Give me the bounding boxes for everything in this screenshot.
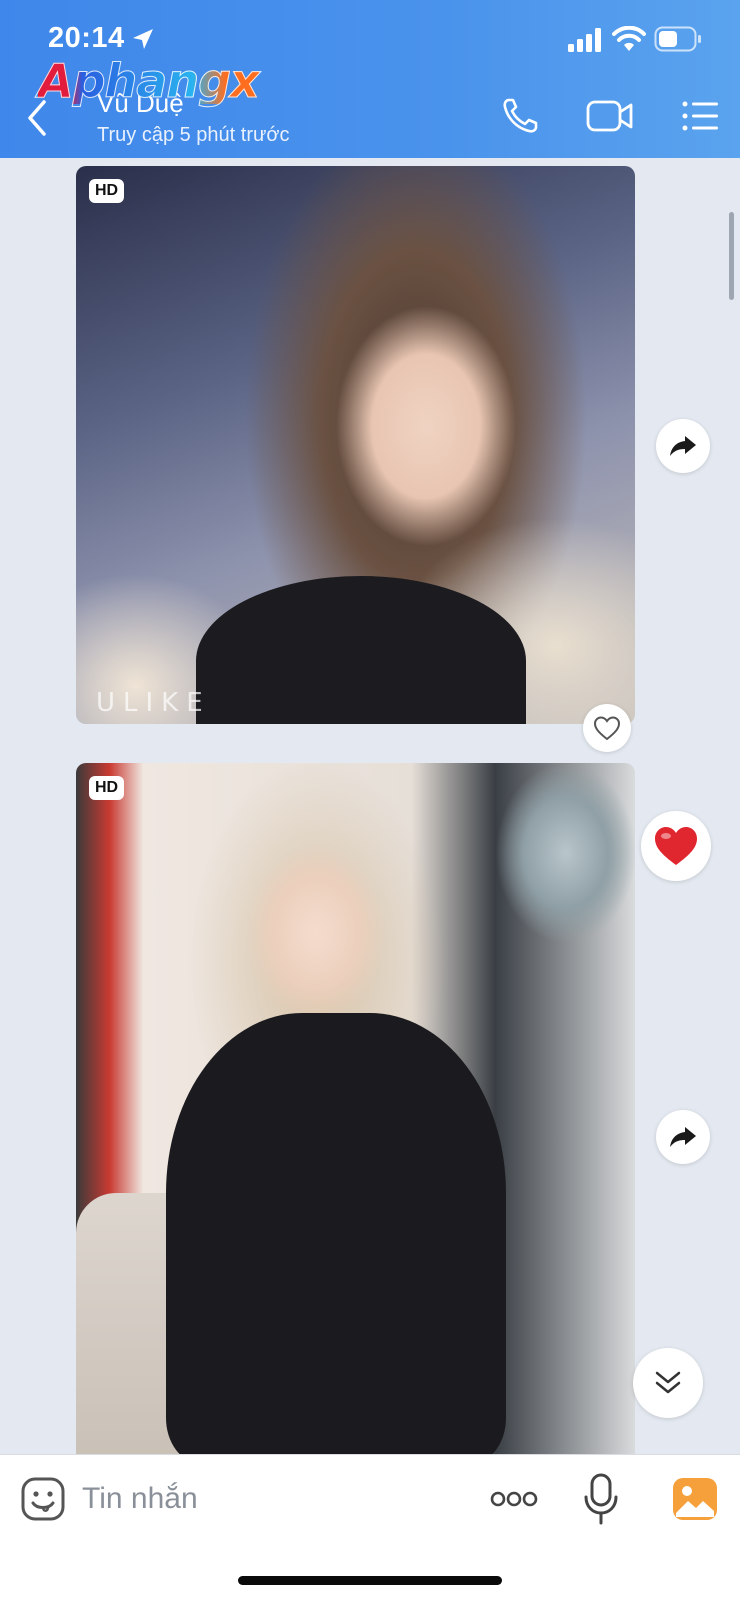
more-icon[interactable] (490, 1487, 538, 1511)
wifi-icon (612, 26, 646, 51)
heart-outline-icon (593, 716, 621, 741)
hd-badge: HD (89, 776, 125, 800)
heart-icon (655, 827, 697, 865)
watermark-logo: Aphangx (38, 54, 261, 108)
forward-arrow-icon (670, 1127, 696, 1147)
message-input[interactable] (82, 1475, 462, 1523)
scrollbar[interactable] (729, 212, 734, 300)
like-button[interactable] (583, 704, 631, 752)
forward-arrow-icon (670, 436, 696, 456)
photo-content (166, 1013, 506, 1454)
battery-icon (654, 26, 701, 52)
home-indicator (238, 1576, 502, 1585)
gallery-icon[interactable] (672, 1477, 718, 1521)
microphone-icon[interactable] (584, 1473, 618, 1525)
sticker-icon[interactable] (21, 1477, 65, 1521)
chat-header: 20:14 Vũ Duệ Truy cập 5 phút trước Aphan… (0, 0, 740, 158)
photo-watermark-text: ULIKE (96, 688, 211, 718)
forward-button[interactable] (656, 419, 710, 473)
phone-icon[interactable] (500, 96, 540, 136)
forward-button[interactable] (656, 1110, 710, 1164)
status-time: 20:14 (48, 22, 125, 54)
photo-content (496, 763, 635, 973)
scroll-to-bottom-button[interactable] (633, 1348, 703, 1418)
menu-list-icon[interactable] (680, 96, 720, 136)
chevron-double-down-icon (655, 1371, 681, 1394)
image-message[interactable]: HD (76, 763, 635, 1454)
image-message[interactable]: HD ULIKE (76, 166, 635, 724)
hd-badge: HD (89, 179, 125, 203)
message-list[interactable]: HD ULIKE HD (0, 158, 740, 1454)
signal-icon (568, 28, 601, 52)
video-call-icon[interactable] (586, 96, 634, 136)
reaction-heart-button[interactable] (641, 811, 711, 881)
contact-last-seen: Truy cập 5 phút trước (97, 124, 290, 146)
location-arrow-icon (133, 29, 153, 49)
